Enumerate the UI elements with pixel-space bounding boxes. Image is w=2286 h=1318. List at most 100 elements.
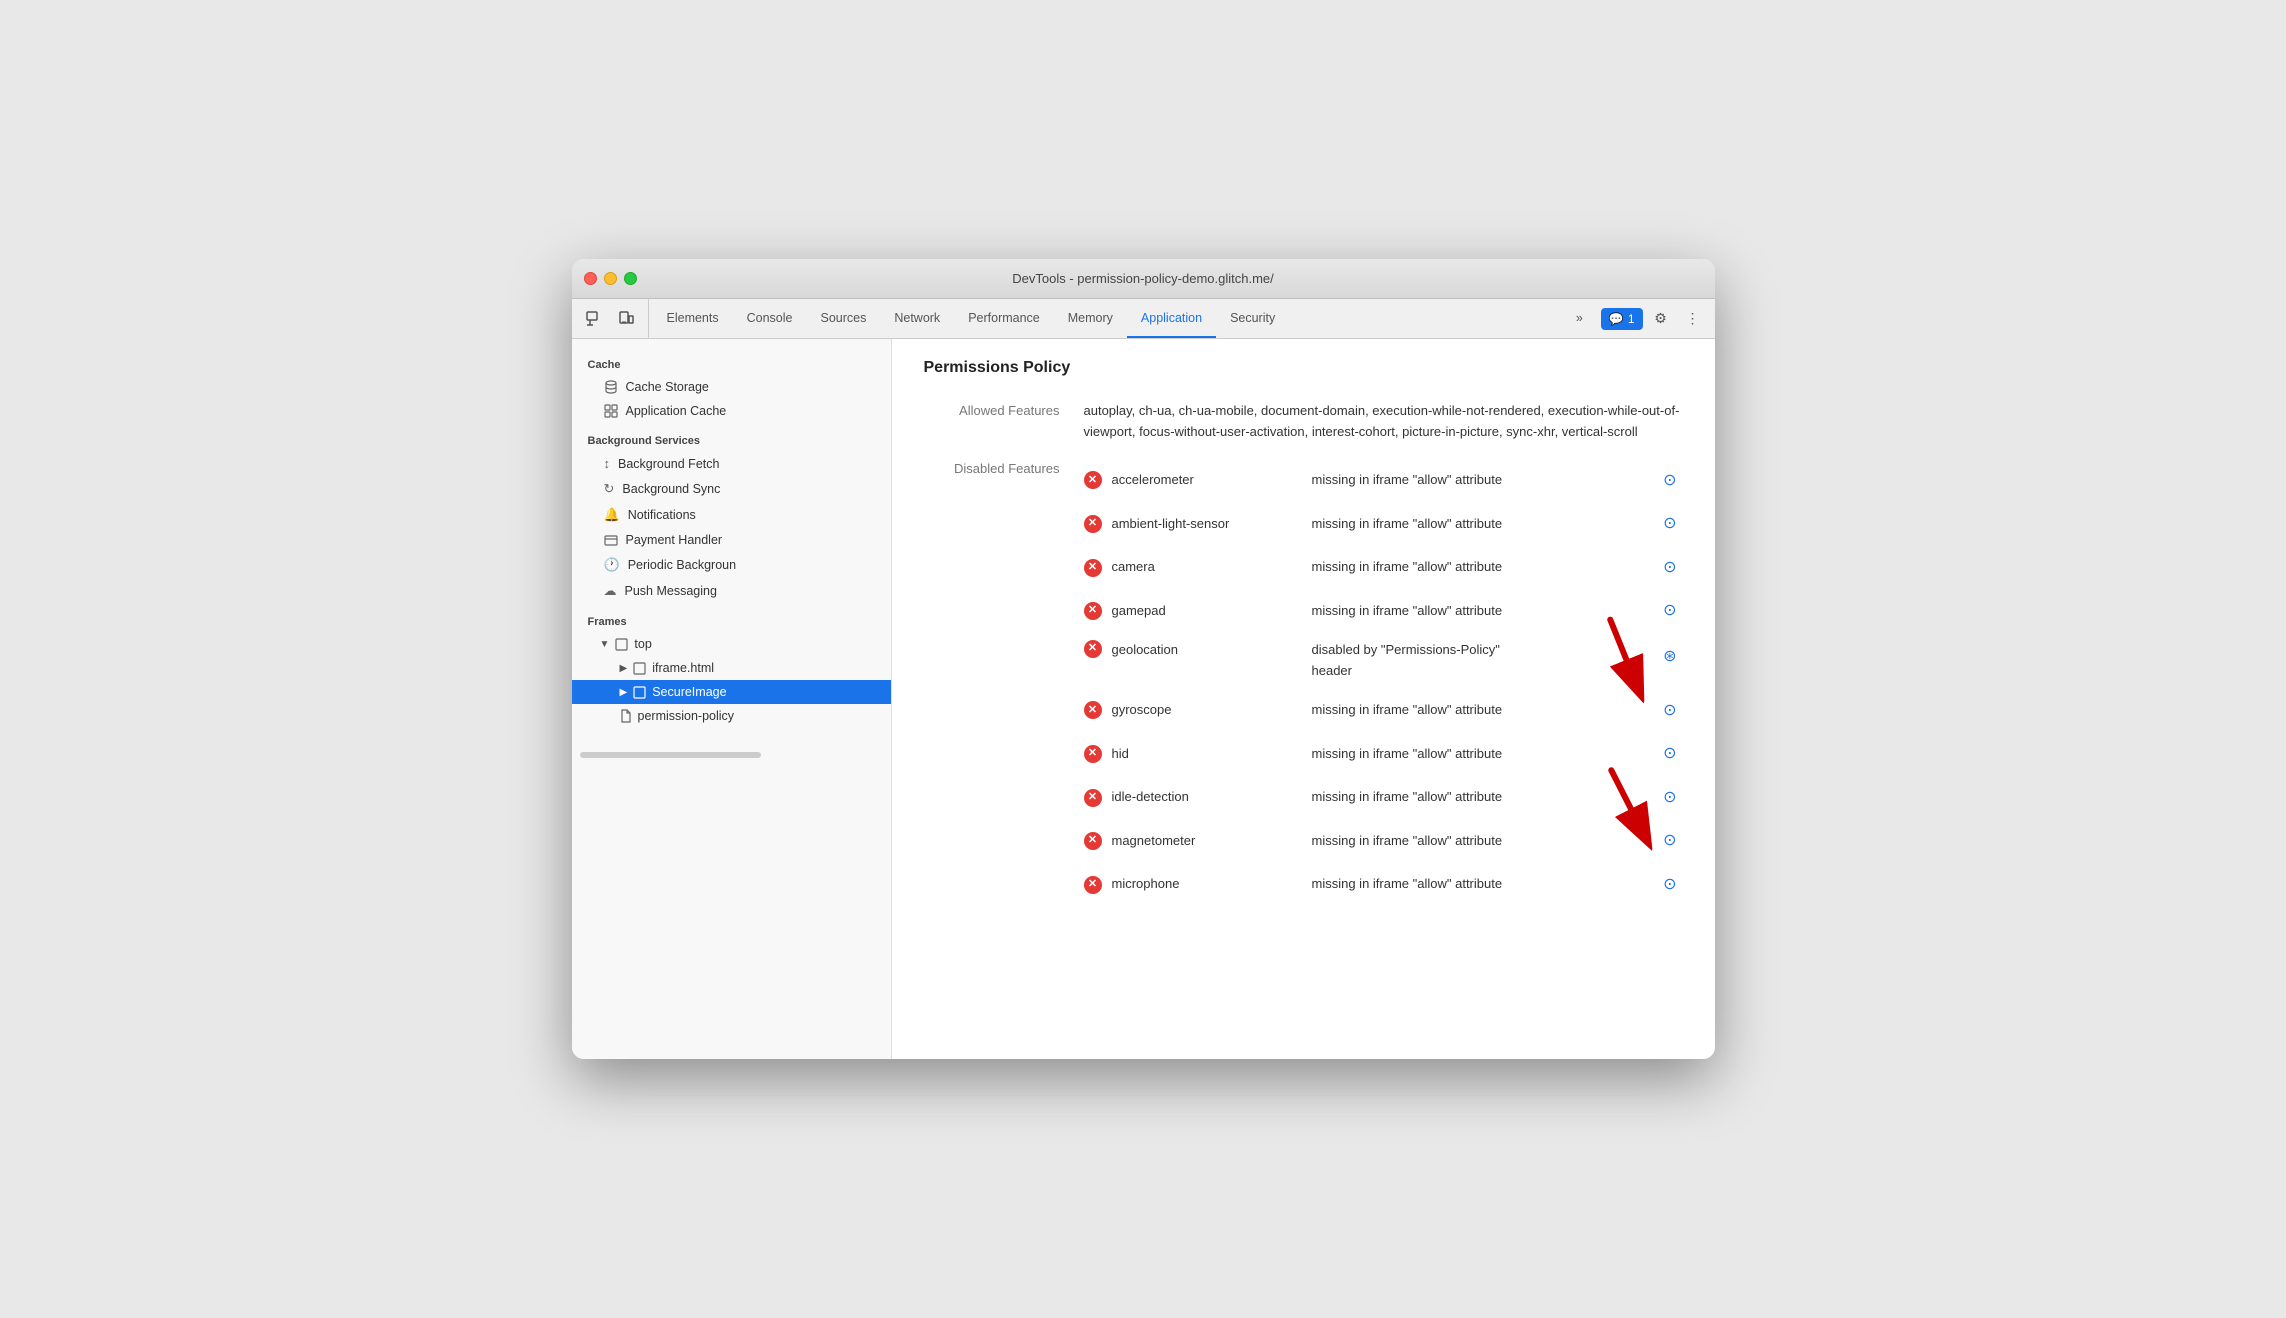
sidebar-frame-permission-label: permission-policy [638,709,735,723]
sidebar-frame-permission[interactable]: permission-policy [572,704,891,728]
error-icon-hid: ✕ [1084,745,1102,763]
feature-reason-ambient: missing in iframe "allow" attribute [1312,514,1658,535]
sidebar-application-cache-label: Application Cache [626,404,727,418]
code-link-idle[interactable]: ⊙ [1657,783,1682,813]
devtools-window: DevTools - permission-policy-demo.glitch… [572,259,1715,1059]
main-panel: Permissions Policy Allowed Features auto… [892,339,1715,1059]
file-icon [620,709,632,723]
feature-name-hid: hid [1112,744,1312,765]
tab-performance[interactable]: Performance [954,299,1054,338]
tab-console[interactable]: Console [733,299,807,338]
sidebar-bg-fetch-label: Background Fetch [618,457,719,471]
feedback-badge[interactable]: 💬 1 [1601,308,1643,330]
sidebar-notifications-label: Notifications [628,508,696,522]
error-icon-idle: ✕ [1084,789,1102,807]
chat-icon: 💬 [1609,312,1624,326]
sidebar-frame-top[interactable]: ▼ top [572,632,891,656]
feature-reason-magnetometer: missing in iframe "allow" attribute [1312,831,1658,852]
feature-row-magnetometer: ✕ magnetometer missing in iframe "allow"… [1084,819,1683,863]
code-link-gyroscope[interactable]: ⊙ [1657,696,1682,726]
device-toggle-icon[interactable] [612,305,640,333]
feature-reason-accelerometer: missing in iframe "allow" attribute [1312,470,1658,491]
error-icon-camera: ✕ [1084,559,1102,577]
feature-name-microphone: microphone [1112,874,1312,895]
code-link-accelerometer[interactable]: ⊙ [1657,466,1682,496]
tab-network[interactable]: Network [880,299,954,338]
window-title: DevTools - permission-policy-demo.glitch… [1012,271,1274,286]
disabled-features-label: Disabled Features [924,459,1084,476]
frame-icon [633,662,646,675]
feature-row-idle: ✕ idle-detection missing in iframe "allo… [1084,776,1683,820]
disabled-features-value: ✕ accelerometer missing in iframe "allow… [1084,459,1683,907]
feature-name-camera: camera [1112,557,1312,578]
disabled-features-row: Disabled Features ✕ accelerometer missin… [924,459,1683,907]
feature-name-ambient: ambient-light-sensor [1112,514,1312,535]
maximize-button[interactable] [624,272,637,285]
feature-name-idle: idle-detection [1112,787,1312,808]
sidebar-payment-handler-label: Payment Handler [626,533,723,547]
sidebar-frame-secure[interactable]: ▶ SecureImage [572,680,891,704]
disabled-features-list: ✕ accelerometer missing in iframe "allow… [1084,459,1683,907]
feature-row-ambient: ✕ ambient-light-sensor missing in iframe… [1084,502,1683,546]
tab-memory[interactable]: Memory [1054,299,1127,338]
code-link-geolocation[interactable]: ⊛ [1657,642,1682,672]
devtools-tabbar: Elements Console Sources Network Perform… [572,299,1715,339]
feature-name-accelerometer: accelerometer [1112,470,1312,491]
feature-reason-microphone: missing in iframe "allow" attribute [1312,874,1658,895]
frame-icon [615,638,628,651]
close-button[interactable] [584,272,597,285]
inspect-icon[interactable] [580,305,608,333]
tab-application[interactable]: Application [1127,299,1216,338]
tab-security[interactable]: Security [1216,299,1289,338]
error-icon-gamepad: ✕ [1084,602,1102,620]
code-link-ambient[interactable]: ⊙ [1657,509,1682,539]
sidebar-item-payment-handler[interactable]: Payment Handler [572,528,891,552]
devtools-right-icons: » 💬 1 ⚙ ⋮ [1554,299,1715,338]
feature-reason-gamepad: missing in iframe "allow" attribute [1312,601,1658,622]
sidebar-frame-secure-label: SecureImage [652,685,726,699]
sidebar-section-bg-services: Background Services [572,423,891,451]
settings-icon[interactable]: ⚙ [1647,305,1675,333]
bell-icon: 🔔 [604,507,620,523]
minimize-button[interactable] [604,272,617,285]
tab-more[interactable]: » [1562,311,1597,327]
sidebar-item-notifications[interactable]: 🔔 Notifications [572,502,891,528]
code-link-hid[interactable]: ⊙ [1657,739,1682,769]
tab-sources[interactable]: Sources [806,299,880,338]
error-icon-geolocation: ✕ [1084,640,1102,658]
devtools-toolbar-icons [580,299,649,338]
sidebar-section-frames: Frames [572,604,891,632]
sidebar-item-push-messaging[interactable]: ☁ Push Messaging [572,578,891,604]
sidebar-frame-iframe[interactable]: ▶ iframe.html [572,656,891,680]
feature-row-microphone: ✕ microphone missing in iframe "allow" a… [1084,863,1683,907]
cloud-icon: ☁ [604,583,617,599]
code-link-gamepad[interactable]: ⊙ [1657,596,1682,626]
feature-row-accelerometer: ✕ accelerometer missing in iframe "allow… [1084,459,1683,503]
traffic-lights [584,272,637,285]
sidebar-scrollbar[interactable] [572,748,891,762]
code-link-camera[interactable]: ⊙ [1657,553,1682,583]
code-link-magnetometer[interactable]: ⊙ [1657,826,1682,856]
code-link-microphone[interactable]: ⊙ [1657,870,1682,900]
sidebar-cache-storage-label: Cache Storage [626,380,709,394]
allowed-features-value: autoplay, ch-ua, ch-ua-mobile, document-… [1084,401,1683,443]
geolocation-reason-line1: disabled by "Permissions-Policy" [1312,640,1658,661]
sidebar-bg-sync-label: Background Sync [622,482,720,496]
scrollbar-thumb[interactable] [580,752,762,758]
sidebar-item-bg-sync[interactable]: ↻ Background Sync [572,476,891,502]
allowed-features-row: Allowed Features autoplay, ch-ua, ch-ua-… [924,401,1683,443]
feature-reason-idle: missing in iframe "allow" attribute [1312,787,1658,808]
sidebar-frame-iframe-label: iframe.html [652,661,714,675]
error-icon-gyroscope: ✕ [1084,701,1102,719]
more-options-icon[interactable]: ⋮ [1679,305,1707,333]
feature-row-hid: ✕ hid missing in iframe "allow" attribut… [1084,732,1683,776]
sidebar-item-periodic-bg[interactable]: 🕐 Periodic Backgroun [572,552,891,578]
tab-elements[interactable]: Elements [653,299,733,338]
feature-row-camera: ✕ camera missing in iframe "allow" attri… [1084,546,1683,590]
sidebar-item-cache-storage[interactable]: Cache Storage [572,375,891,399]
feature-name-magnetometer: magnetometer [1112,831,1312,852]
database-icon [604,380,618,394]
sidebar-item-application-cache[interactable]: Application Cache [572,399,891,423]
sidebar-item-bg-fetch[interactable]: ↕ Background Fetch [572,451,891,476]
fetch-icon: ↕ [604,456,611,471]
